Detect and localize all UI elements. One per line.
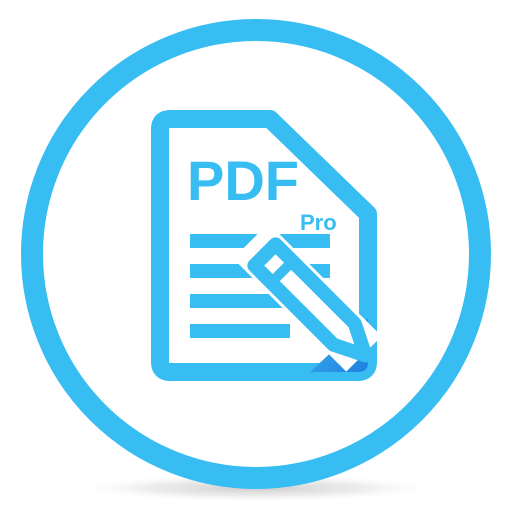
pdf-pro-app-icon: PDF Pro [21,19,491,502]
pdf-label: PDF [187,149,299,212]
text-line-4 [190,324,290,338]
pro-badge: Pro [300,210,337,235]
